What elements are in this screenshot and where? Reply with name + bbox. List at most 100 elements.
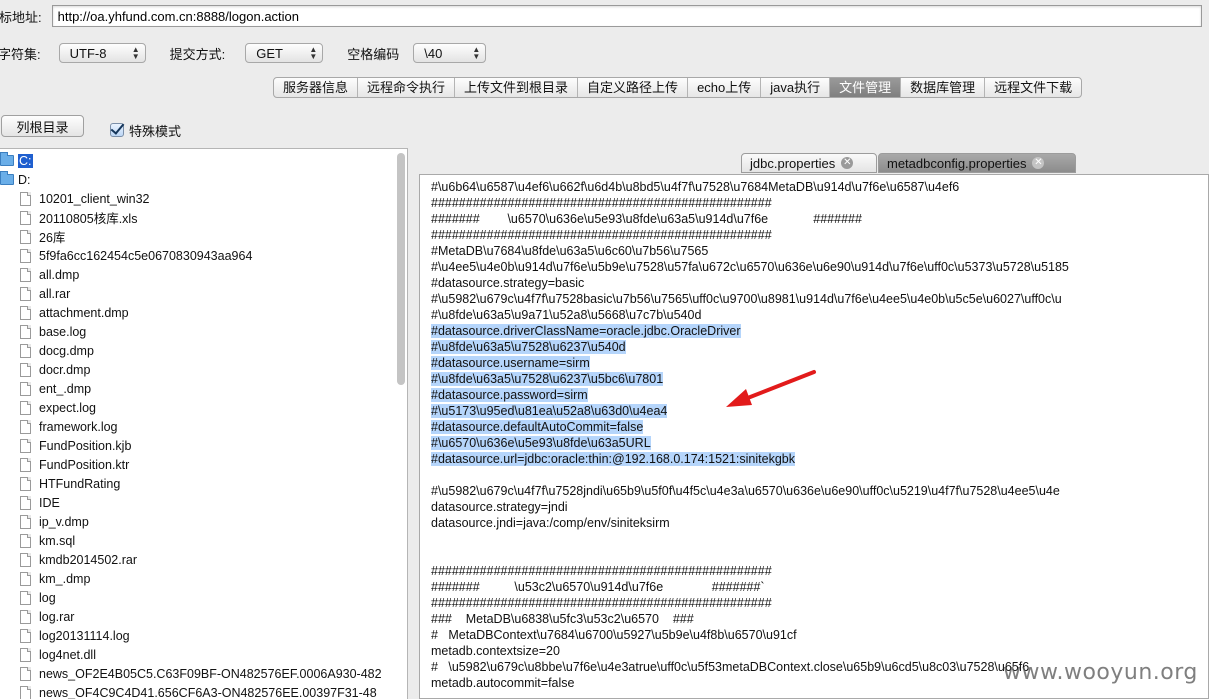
tree-file-item[interactable]: log4net.dll bbox=[20, 645, 96, 664]
tree-file-item[interactable]: log bbox=[20, 588, 56, 607]
updown-arrows-icon: ▲ ▼ bbox=[472, 45, 481, 61]
tree-file-item[interactable]: FundPosition.ktr bbox=[20, 455, 129, 474]
tab-echo-upload[interactable]: echo上传 bbox=[688, 78, 762, 97]
tree-file-item[interactable]: 26库 bbox=[20, 227, 65, 246]
file-icon bbox=[20, 229, 31, 244]
tab-remote-download[interactable]: 远程文件下载 bbox=[985, 78, 1081, 97]
editor-tab-metadbconfig[interactable]: metadbconfig.properties ✕ bbox=[878, 153, 1076, 173]
tree-file-item[interactable]: base.log bbox=[20, 322, 86, 341]
file-icon bbox=[20, 362, 31, 377]
file-icon bbox=[20, 343, 31, 358]
line-text: #MetaDB\u7684\u8fde\u63a5\u6c60\u7b56\u7… bbox=[431, 244, 709, 258]
file-icon bbox=[20, 647, 31, 662]
submit-method-label: 提交方式: bbox=[169, 46, 226, 62]
tab-custom-upload[interactable]: 自定义路径上传 bbox=[578, 78, 689, 97]
tree-file-label: news_OF4C9C4D41.656CF6A3-ON482576EE.0039… bbox=[39, 685, 377, 699]
code-line: #\u8fde\u63a5\u9a71\u52a8\u5668\u7c7b\u5… bbox=[431, 307, 1208, 323]
close-icon[interactable]: ✕ bbox=[841, 157, 854, 169]
tree-file-item[interactable]: ent_.dmp bbox=[20, 379, 91, 398]
tree-file-item[interactable]: log.rar bbox=[20, 607, 74, 626]
tab-upload-root[interactable]: 上传文件到根目录 bbox=[455, 78, 579, 97]
tab-remote-command[interactable]: 远程命令执行 bbox=[358, 78, 456, 97]
url-input[interactable] bbox=[51, 5, 1202, 27]
tree-file-item[interactable]: news_OF4C9C4D41.656CF6A3-ON482576EE.0039… bbox=[20, 683, 377, 699]
charset-label: 字符集: bbox=[0, 46, 41, 62]
tree-file-item[interactable]: news_OF2E4B05C5.C63F09BF-ON482576EF.0006… bbox=[20, 664, 382, 683]
tree-file-label: log bbox=[39, 590, 56, 605]
line-text: # \u5982\u679c\u8bbe\u7f6e\u4e3atrue\uff… bbox=[431, 660, 1030, 674]
code-line: datasource.strategy=jndi bbox=[431, 499, 1208, 515]
code-line: #\u8fde\u63a5\u7528\u6237\u540d bbox=[431, 339, 1208, 355]
space-encoding-select[interactable]: \40 ▲ ▼ bbox=[413, 43, 487, 63]
close-icon[interactable]: ✕ bbox=[1032, 157, 1045, 169]
tree-file-item[interactable]: km_.dmp bbox=[20, 569, 90, 588]
tree-drive-d[interactable]: D: bbox=[0, 170, 31, 189]
tree-file-label: kmdb2014502.rar bbox=[39, 552, 137, 567]
tree-file-item[interactable]: all.dmp bbox=[20, 265, 79, 284]
tree-file-label: news_OF2E4B05C5.C63F09BF-ON482576EF.0006… bbox=[39, 666, 382, 681]
tree-file-item[interactable]: IDE bbox=[20, 493, 60, 512]
tree-file-item[interactable]: docr.dmp bbox=[20, 360, 90, 379]
line-text: #\u5982\u679c\u4f7f\u7528basic\u7b56\u75… bbox=[431, 292, 1062, 306]
tree-file-label: framework.log bbox=[39, 419, 118, 434]
tree-file-item[interactable]: 20110805核库.xls bbox=[20, 208, 137, 227]
code-line: #\u4ee5\u4e0b\u914d\u7f6e\u5b9e\u7528\u5… bbox=[431, 259, 1208, 275]
tree-file-label: ip_v.dmp bbox=[39, 514, 89, 529]
tab-server-info[interactable]: 服务器信息 bbox=[274, 78, 359, 97]
tab-java-exec[interactable]: java执行 bbox=[761, 78, 831, 97]
tree-file-item[interactable]: 5f9fa6cc162454c5e0670830943aa964 bbox=[20, 246, 252, 265]
tree-file-label: IDE bbox=[39, 495, 60, 510]
tree-file-label: ent_.dmp bbox=[39, 381, 92, 396]
file-icon bbox=[20, 438, 31, 453]
code-line: #datasource.url=jdbc:oracle:thin:@192.16… bbox=[431, 451, 1208, 467]
tab-database-manager[interactable]: 数据库管理 bbox=[901, 78, 986, 97]
options-row: 字符集: UTF-8 ▲ ▼ 提交方式: GET ▲ ▼ 空格编码 \40 ▲ ▼ bbox=[0, 42, 487, 64]
charset-select[interactable]: UTF-8 ▲ ▼ bbox=[58, 43, 146, 63]
file-editor[interactable]: #\u6b64\u6587\u4ef6\u662f\u6d4b\u8bd5\u4… bbox=[419, 174, 1209, 699]
tree-file-label: expect.log bbox=[39, 400, 96, 415]
tree-file-item[interactable]: ip_v.dmp bbox=[20, 512, 89, 531]
red-arrow-annotation-icon bbox=[726, 370, 816, 407]
tree-file-label: HTFundRating bbox=[39, 476, 121, 491]
line-text: # MetaDBContext\u7684\u6700\u5927\u5b9e\… bbox=[431, 628, 797, 642]
line-text: ########################################… bbox=[431, 196, 772, 210]
tree-file-item[interactable]: 10201_client_win32 bbox=[20, 189, 150, 208]
line-text: #\u4ee5\u4e0b\u914d\u7f6e\u5b9e\u7528\u5… bbox=[431, 260, 1069, 274]
line-text: ### MetaDB\u6838\u5fc3\u53c2\u6570 ### bbox=[431, 612, 694, 626]
file-icon bbox=[20, 533, 31, 548]
tree-scrollbar[interactable] bbox=[397, 153, 405, 385]
submit-method-select[interactable]: GET ▲ ▼ bbox=[245, 43, 324, 63]
tree-file-item[interactable]: all.rar bbox=[20, 284, 70, 303]
special-mode-checkbox[interactable] bbox=[110, 123, 124, 137]
file-icon bbox=[20, 286, 31, 301]
code-line: #datasource.driverClassName=oracle.jdbc.… bbox=[431, 323, 1208, 339]
tree-file-item[interactable]: HTFundRating bbox=[20, 474, 120, 493]
file-icon bbox=[20, 609, 31, 624]
tree-file-item[interactable]: km.sql bbox=[20, 531, 75, 550]
file-icon bbox=[20, 685, 31, 699]
tree-file-item[interactable]: docg.dmp bbox=[20, 341, 94, 360]
space-encoding-value: \40 bbox=[424, 45, 443, 61]
file-icon bbox=[20, 419, 31, 434]
folder-icon bbox=[0, 171, 14, 185]
file-icon bbox=[20, 267, 31, 282]
tree-file-item[interactable]: attachment.dmp bbox=[20, 303, 129, 322]
tree-file-item[interactable]: expect.log bbox=[20, 398, 96, 417]
charset-value: UTF-8 bbox=[69, 45, 107, 61]
code-line: ########################################… bbox=[431, 195, 1208, 211]
tree-file-label: log.rar bbox=[39, 609, 75, 624]
highlighted-text: #\u8fde\u63a5\u7528\u6237\u5bc6\u7801 bbox=[431, 372, 664, 386]
file-content[interactable]: #\u6b64\u6587\u4ef6\u662f\u6d4b\u8bd5\u4… bbox=[431, 179, 1208, 691]
file-tree-panel[interactable]: C: D: 10201_client_win32 20110805核库.xls 26… bbox=[0, 148, 408, 699]
tree-file-item[interactable]: kmdb2014502.rar bbox=[20, 550, 137, 569]
tree-drive-c[interactable]: C: bbox=[0, 151, 33, 170]
editor-tab-jdbc[interactable]: jdbc.properties ✕ bbox=[741, 153, 877, 173]
list-root-button[interactable]: 列根目录 bbox=[1, 115, 84, 137]
code-line: #\u6570\u636e\u5e93\u8fde\u63a5URL bbox=[431, 435, 1208, 451]
tree-file-item[interactable]: FundPosition.kjb bbox=[20, 436, 131, 455]
tab-file-manager[interactable]: 文件管理 bbox=[830, 78, 902, 97]
tree-file-item[interactable]: log20131114.log bbox=[20, 626, 130, 645]
code-line: #\u6b64\u6587\u4ef6\u662f\u6d4b\u8bd5\u4… bbox=[431, 179, 1208, 195]
tree-file-item[interactable]: framework.log bbox=[20, 417, 118, 436]
